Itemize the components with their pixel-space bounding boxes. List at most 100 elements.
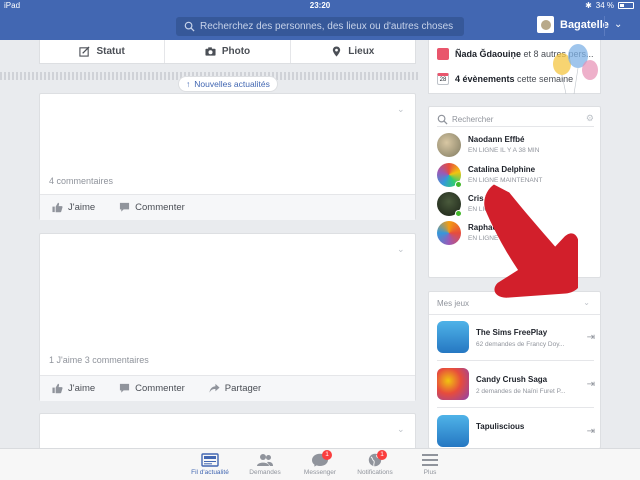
places-button[interactable]: Lieux bbox=[291, 40, 415, 63]
battery-percent: 34 % bbox=[595, 1, 614, 10]
tab-notifications[interactable]: 1 Notifications bbox=[345, 450, 405, 476]
status-right: ✱ 34 % bbox=[585, 1, 634, 10]
chevron-down-icon[interactable]: ⌄ bbox=[583, 298, 590, 307]
tab-label: Fil d'actualité bbox=[191, 469, 229, 476]
bluetooth-icon: ✱ bbox=[585, 1, 592, 10]
post-counts[interactable]: 1 J'aime 3 commentaires bbox=[49, 355, 149, 365]
location-pin-icon bbox=[333, 46, 341, 57]
divider bbox=[437, 407, 594, 408]
tab-requests[interactable]: Demandes bbox=[235, 453, 295, 476]
game-name: Tapuliscious bbox=[476, 422, 525, 431]
bottom-tab-bar: Fil d'actualité Demandes 1 Messenger 1 N… bbox=[0, 448, 640, 480]
profile-link[interactable]: Bagatelle bbox=[537, 16, 609, 33]
feed-post: ⌄ 4 commentaires J'aime Commenter bbox=[39, 93, 416, 220]
comment-button[interactable]: Commenter bbox=[119, 383, 185, 394]
chevron-down-icon[interactable]: ⌄ bbox=[397, 244, 405, 254]
status-button[interactable]: Statut bbox=[40, 40, 166, 63]
avatar bbox=[437, 133, 461, 157]
places-label: Lieux bbox=[348, 46, 375, 57]
arrow-up-icon: ↑ bbox=[186, 79, 191, 89]
chevron-down-icon[interactable]: ⌄ bbox=[397, 424, 405, 434]
share-icon bbox=[209, 383, 220, 393]
chat-search-input[interactable]: Rechercher ⚙ bbox=[437, 113, 594, 127]
search-icon bbox=[437, 114, 448, 125]
chat-search-placeholder: Rechercher bbox=[452, 115, 494, 124]
post-counts[interactable]: 4 commentaires bbox=[49, 176, 113, 186]
like-button[interactable]: J'aime bbox=[52, 202, 95, 213]
calendar-icon: 28 bbox=[437, 73, 449, 85]
open-game-icon[interactable]: ⇥ bbox=[587, 426, 595, 437]
comment-icon bbox=[120, 383, 130, 393]
avatar bbox=[437, 221, 461, 245]
photo-label: Photo bbox=[221, 46, 251, 57]
comment-label: Commenter bbox=[135, 383, 185, 394]
game-name: The Sims FreePlay bbox=[476, 328, 548, 337]
game-item[interactable]: The Sims FreePlay 62 demandes de Francy … bbox=[437, 321, 597, 357]
photo-button[interactable]: Photo bbox=[165, 40, 291, 63]
comment-button[interactable]: Commenter bbox=[119, 202, 185, 213]
tab-messenger[interactable]: 1 Messenger bbox=[290, 450, 350, 476]
tab-label: Messenger bbox=[303, 469, 337, 476]
tab-news-feed[interactable]: Fil d'actualité bbox=[180, 453, 240, 476]
annotation-arrow bbox=[484, 184, 578, 298]
messenger-icon: 1 bbox=[311, 450, 332, 467]
search-icon bbox=[184, 21, 195, 32]
game-item[interactable]: Candy Crush Saga 2 demandes de Naïni Fur… bbox=[437, 368, 597, 404]
post-actions: J'aime Commenter Partager bbox=[40, 375, 415, 401]
top-navigation-bar: iPad 23:20 ✱ 34 % Recherchez des personn… bbox=[0, 0, 640, 40]
divider bbox=[437, 360, 594, 361]
feed-post: ⌄ bbox=[39, 413, 416, 453]
game-name: Candy Crush Saga bbox=[476, 375, 548, 384]
comment-icon bbox=[120, 202, 130, 212]
post-actions: J'aime Commenter bbox=[40, 194, 415, 220]
friends-icon bbox=[257, 454, 273, 466]
game-item[interactable]: Tapuliscious ⇥ bbox=[437, 415, 597, 448]
avatar bbox=[537, 16, 554, 33]
notification-badge: 1 bbox=[322, 450, 332, 460]
chevron-down-icon[interactable]: ⌄ bbox=[397, 104, 405, 114]
share-button[interactable]: Partager bbox=[209, 383, 261, 394]
tab-more[interactable]: Plus bbox=[400, 453, 460, 476]
tab-label: Demandes bbox=[249, 469, 281, 476]
status-label: Statut bbox=[96, 46, 125, 57]
open-game-icon[interactable]: ⇥ bbox=[587, 379, 595, 390]
like-button[interactable]: J'aime bbox=[52, 383, 95, 394]
tapuliscious-icon bbox=[437, 415, 469, 447]
gear-icon[interactable]: ⚙ bbox=[586, 113, 594, 124]
friend-name: Naodann Effbé bbox=[468, 135, 525, 144]
tab-label: Notifications bbox=[357, 469, 393, 476]
game-requests: 62 demandes de Francy Doy... bbox=[476, 341, 565, 348]
game-requests: 2 demandes de Naïni Furet P... bbox=[476, 388, 566, 395]
notification-badge: 1 bbox=[377, 450, 387, 460]
online-indicator bbox=[455, 210, 462, 217]
clock: 23:20 bbox=[309, 1, 331, 10]
like-label: J'aime bbox=[68, 202, 96, 213]
nav-divider bbox=[604, 16, 605, 36]
open-game-icon[interactable]: ⇥ bbox=[587, 332, 595, 343]
events-count: 4 évènements bbox=[455, 74, 515, 84]
online-indicator bbox=[455, 181, 462, 188]
chevron-down-icon[interactable]: ⌄ bbox=[614, 19, 622, 30]
search-input[interactable]: Recherchez des personnes, des lieux ou d… bbox=[176, 17, 464, 36]
battery-icon bbox=[618, 2, 634, 9]
thumbs-up-icon bbox=[52, 202, 63, 213]
new-stories-button[interactable]: ↑ Nouvelles actualités bbox=[178, 76, 278, 92]
thumbs-up-icon bbox=[52, 383, 63, 394]
candy-crush-icon bbox=[437, 368, 469, 400]
chat-friend[interactable]: Naodann Effbé EN LIGNE IL Y A 38 MIN bbox=[437, 133, 597, 159]
search-placeholder: Recherchez des personnes, des lieux ou d… bbox=[200, 21, 454, 32]
news-feed-icon bbox=[201, 453, 219, 467]
games-title: Mes jeux bbox=[437, 299, 470, 308]
post-composer: Statut Photo Lieux bbox=[39, 40, 416, 64]
profile-name: Bagatelle bbox=[560, 18, 609, 31]
new-stories-label: Nouvelles actualités bbox=[194, 79, 270, 89]
friend-name: Catalina Delphine bbox=[468, 165, 536, 174]
birthday-name: Ñada Ğdaouiņe bbox=[455, 49, 522, 59]
menu-icon bbox=[422, 454, 438, 466]
gift-icon bbox=[437, 48, 449, 60]
feed-post: ⌄ 1 J'aime 3 commentaires J'aime Comment… bbox=[39, 233, 416, 401]
status-bar: iPad 23:20 ✱ 34 % bbox=[0, 0, 640, 12]
edit-icon bbox=[79, 46, 91, 57]
tab-label: Plus bbox=[423, 469, 437, 476]
camera-icon bbox=[205, 47, 216, 56]
